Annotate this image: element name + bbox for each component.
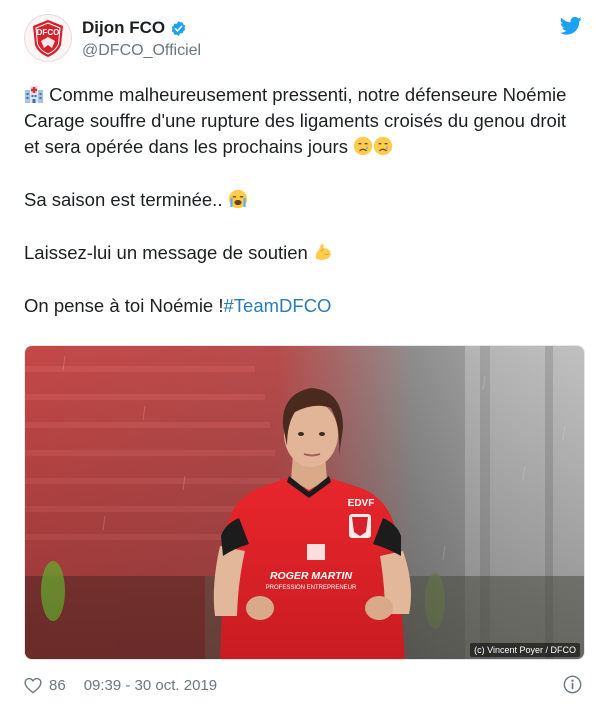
tweet-line-2: Sa saison est terminée.. <box>24 189 228 210</box>
tweet-photo[interactable]: EDVF ROGER MARTIN PROFESSION ENTREPRENEU… <box>24 345 585 660</box>
tweet-paragraph-3: Laissez-lui un message de soutien <box>24 240 572 266</box>
twitter-bird-icon[interactable] <box>560 16 582 36</box>
tweet-card: DFCO Dijon FCO @DFCO_Officiel Comme malh… <box>0 0 594 704</box>
tweet-line-3: Laissez-lui un message de soutien <box>24 242 313 263</box>
tweet-timestamp[interactable]: 09:39 - 30 oct. 2019 <box>84 677 217 694</box>
display-name-row: Dijon FCO <box>82 18 201 38</box>
info-icon[interactable] <box>563 675 582 694</box>
tweet-text: Comme malheureusement pressenti, notre d… <box>24 82 572 319</box>
jersey-sponsor-text: ROGER MARTIN <box>270 570 352 582</box>
display-name[interactable]: Dijon FCO <box>82 18 165 38</box>
heart-icon[interactable] <box>24 677 42 694</box>
tweet-line-4: On pense à toi Noémie ! <box>24 295 224 316</box>
photo-credit: (c) Vincent Poyer / DFCO <box>470 643 580 657</box>
verified-badge-icon <box>171 20 186 36</box>
flexed-biceps-icon <box>315 244 331 260</box>
tweet-paragraph-2: Sa saison est terminée.. <box>24 187 572 213</box>
tweet-footer: 86 09:39 - 30 oct. 2019 <box>24 674 584 696</box>
author-handle[interactable]: @DFCO_Officiel <box>82 41 201 61</box>
tweet-line-1: Comme malheureusement pressenti, notre d… <box>24 84 567 157</box>
tweet-header: DFCO Dijon FCO @DFCO_Officiel <box>24 14 584 64</box>
hospital-icon <box>25 86 43 103</box>
crying-face-icon <box>353 136 373 156</box>
author-names: Dijon FCO @DFCO_Officiel <box>82 18 201 61</box>
player-photo-image: EDVF ROGER MARTIN PROFESSION ENTREPRENEU… <box>25 346 584 659</box>
crying-face-icon <box>373 136 393 156</box>
avatar[interactable]: DFCO <box>24 14 72 62</box>
loudly-crying-face-icon <box>228 189 247 209</box>
tweet-paragraph-4: On pense à toi Noémie !#TeamDFCO <box>24 293 572 319</box>
avatar-text: DFCO <box>37 28 60 37</box>
like-count[interactable]: 86 <box>49 677 66 694</box>
dfco-logo-icon: DFCO <box>33 20 63 57</box>
jersey-brand-text: EDVF <box>348 498 375 509</box>
hashtag-link[interactable]: #TeamDFCO <box>224 295 332 316</box>
tweet-paragraph-1: Comme malheureusement pressenti, notre d… <box>24 82 572 160</box>
jersey-sponsor-sub-text: PROFESSION ENTREPRENEUR <box>266 585 357 591</box>
